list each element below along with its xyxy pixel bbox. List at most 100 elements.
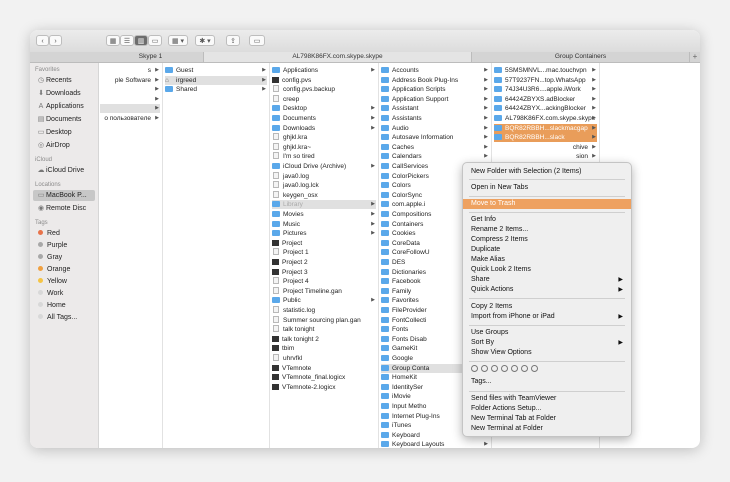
list-item[interactable]: AL798K86FX.com.skype.skype ▶ [494, 114, 597, 123]
list-item[interactable]: ▶ [100, 85, 160, 94]
list-item[interactable]: Project 3 [272, 268, 376, 277]
list-item[interactable]: keygen_osx [272, 190, 376, 200]
list-item[interactable]: BQR82RBBH...slack ▶ [494, 133, 597, 143]
menu-make-alias[interactable]: Make Alias [463, 255, 631, 265]
sidebar-item-recents[interactable]: ◷ Recents [36, 76, 72, 86]
sidebar-item-documents[interactable]: ▤ Documents [36, 115, 82, 125]
list-item[interactable]: s ▶ [100, 66, 160, 75]
sidebar-tag-red[interactable]: Red [36, 229, 60, 239]
action-button[interactable]: ✱ ▾ [195, 35, 215, 46]
list-item[interactable]: Caches ▶ [381, 143, 489, 152]
list-item[interactable]: Assistant ▶ [381, 104, 489, 113]
sidebar-item-macbook-p[interactable]: ▭ MacBook P... [36, 191, 87, 201]
list-item[interactable]: Project 2 [272, 258, 376, 267]
list-item[interactable]: VTemnote [272, 364, 376, 373]
sidebar-tag-purple[interactable]: Purple [36, 241, 67, 251]
list-item[interactable]: 5SMSMNVL...mac.touchvpn ▶ [494, 66, 597, 75]
list-item[interactable]: Summer sourcing plan.gan [272, 315, 376, 325]
menu-import-iphone[interactable]: Import from iPhone or iPad ▶ [463, 312, 631, 322]
list-item[interactable]: Desktop ▶ [272, 104, 376, 113]
tag-color-icon[interactable] [521, 365, 528, 372]
back-button[interactable]: ‹ [36, 35, 49, 46]
list-item[interactable]: Application Support ▶ [381, 95, 489, 104]
sidebar-item-downloads[interactable]: ⬇ Downloads [36, 89, 81, 99]
list-item[interactable]: ghjkl.kra~ [272, 142, 376, 152]
list-item[interactable]: Application Scripts ▶ [381, 85, 489, 94]
list-item[interactable]: sion ▶ [494, 152, 597, 161]
sidebar-item-airdrop[interactable]: ◎ AirDrop [36, 141, 70, 151]
icon-view-button[interactable]: ▦ [106, 35, 120, 46]
tab-skype[interactable]: Skype 1 [98, 52, 204, 62]
menu-sort-by[interactable]: Sort By ▶ [463, 338, 631, 348]
share-button[interactable]: ⇪ [226, 35, 240, 46]
column-view-button[interactable]: ▥ [134, 35, 148, 46]
list-item[interactable]: Project 4 [272, 277, 376, 286]
menu-new-folder-with-selection[interactable]: New Folder with Selection (2 Items) [463, 167, 631, 177]
list-item[interactable]: Calendars ▶ [381, 152, 489, 161]
menu-duplicate[interactable]: Duplicate [463, 245, 631, 255]
sidebar-tag-all-tags[interactable]: All Tags... [36, 313, 77, 323]
forward-button[interactable]: › [49, 35, 62, 46]
list-item[interactable]: I'm so tired [272, 152, 376, 161]
list-item[interactable]: Project Timeline.gan [272, 286, 376, 296]
menu-move-to-trash[interactable]: Move to Trash [463, 199, 631, 209]
menu-folder-actions[interactable]: Folder Actions Setup... [463, 404, 631, 414]
list-item[interactable]: iCloud Drive (Archive) ▶ [272, 162, 376, 171]
tag-color-icon[interactable] [501, 365, 508, 372]
list-item[interactable]: Address Book Plug-Ins ▶ [381, 76, 489, 85]
list-item[interactable]: Applications ▶ [272, 66, 376, 75]
list-item[interactable]: tbim [272, 344, 376, 353]
menu-tags[interactable]: Tags... [463, 377, 631, 387]
menu-quick-actions[interactable]: Quick Actions ▶ [463, 285, 631, 295]
list-item[interactable]: config.pvs [272, 76, 376, 85]
menu-get-info[interactable]: Get Info [463, 215, 631, 225]
menu-compress[interactable]: Compress 2 Items [463, 235, 631, 245]
sidebar-item-applications[interactable]: A Applications [36, 102, 84, 112]
menu-show-view-options[interactable]: Show View Options [463, 348, 631, 358]
tab-skype-container[interactable]: AL798K86FX.com.skype.skype [204, 52, 472, 62]
list-item[interactable]: creep [272, 94, 376, 104]
list-item[interactable]: Guest ▶ [165, 66, 267, 75]
list-view-button[interactable]: ☰ [120, 35, 134, 46]
list-item[interactable]: ▶ [100, 104, 160, 114]
menu-share[interactable]: Share ▶ [463, 275, 631, 285]
menu-new-terminal[interactable]: New Terminal at Folder [463, 424, 631, 434]
list-item[interactable]: Assistants ▶ [381, 114, 489, 123]
menu-copy[interactable]: Copy 2 Items [463, 302, 631, 312]
tag-color-icon[interactable] [491, 365, 498, 372]
list-item[interactable]: Autosave Information ▶ [381, 133, 489, 142]
menu-tag-colors[interactable] [463, 365, 631, 375]
sidebar-item-icloud-drive[interactable]: ☁ iCloud Drive [36, 166, 85, 176]
list-item[interactable]: BQR82RBBH...slackmacgap ▶ [494, 123, 597, 133]
new-tab-button[interactable]: + [690, 52, 700, 62]
list-item[interactable]: Audio ▶ [381, 124, 489, 133]
list-item[interactable]: ▶ [100, 95, 160, 104]
menu-new-terminal-tab[interactable]: New Terminal Tab at Folder [463, 414, 631, 424]
list-item[interactable]: ⌂ irgreed ▶ [165, 75, 267, 85]
menu-teamviewer[interactable]: Send files with TeamViewer [463, 394, 631, 404]
list-item[interactable]: statistic.log [272, 306, 376, 315]
list-item[interactable]: 57T9237FN...top.WhatsApp ▶ [494, 76, 597, 85]
tab-group-containers[interactable]: Group Containers [472, 52, 690, 62]
tag-color-icon[interactable] [531, 365, 538, 372]
list-item[interactable]: uhrvfkl [272, 354, 376, 363]
list-item[interactable]: о пользователе ▶ [100, 114, 160, 123]
gallery-view-button[interactable]: ▭ [148, 35, 162, 46]
sidebar-item-remote-disc[interactable]: ◉ Remote Disc [36, 204, 86, 214]
list-item[interactable]: talk tonight [272, 325, 376, 334]
list-item[interactable]: Pictures ▶ [272, 229, 376, 238]
list-item[interactable]: 64424ZBYX...ackingBlocker ▶ [494, 104, 597, 113]
list-item[interactable]: talk tonight 2 [272, 335, 376, 344]
list-item[interactable]: java0.log [272, 171, 376, 181]
list-item[interactable]: java0.log.lck [272, 181, 376, 190]
list-item[interactable]: Library ▶ [272, 200, 376, 210]
list-item[interactable]: ple Software ▶ [100, 76, 160, 85]
tag-color-icon[interactable] [511, 365, 518, 372]
list-item[interactable]: Accounts ▶ [381, 66, 489, 75]
list-item[interactable]: config.pvs.backup [272, 85, 376, 94]
list-item[interactable]: Downloads ▶ [272, 124, 376, 133]
sidebar-item-desktop[interactable]: ▭ Desktop [36, 128, 72, 138]
list-item[interactable]: Project [272, 239, 376, 248]
group-button[interactable]: ▦ ▾ [168, 35, 188, 46]
sidebar-tag-work[interactable]: Work [36, 289, 63, 299]
